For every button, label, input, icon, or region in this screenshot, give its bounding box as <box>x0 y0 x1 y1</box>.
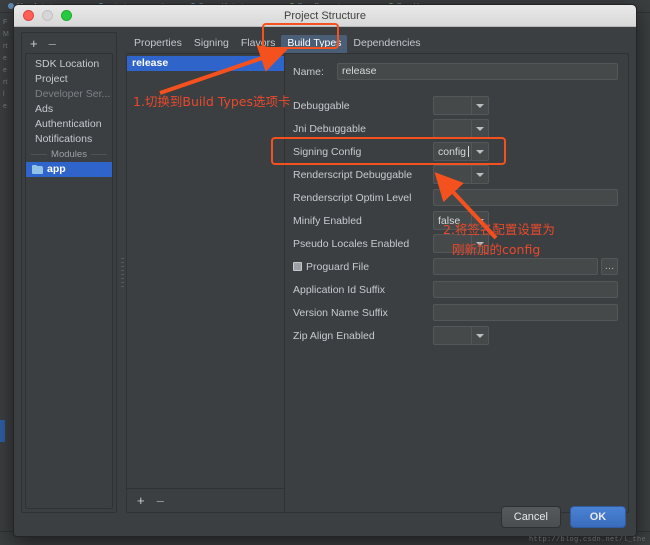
zip-align-enabled-combo[interactable] <box>433 326 489 345</box>
name-label: Name: <box>293 65 324 78</box>
name-input[interactable]: release <box>337 63 618 80</box>
sidebar-item-authentication[interactable]: Authentication <box>26 117 112 132</box>
sidebar-list: SDK Location Project Developer Ser... Ad… <box>25 53 113 509</box>
chevron-down-icon <box>471 120 488 137</box>
field-row-jni-debuggable: Jni Debuggable <box>293 119 618 138</box>
field-row-application-id-suffix: Application Id Suffix <box>293 280 618 299</box>
tab-bar: Properties Signing Flavors Build Types D… <box>126 32 629 53</box>
chevron-down-icon <box>471 166 488 183</box>
renderscript-optim-level-label: Renderscript Optim Level <box>293 191 412 204</box>
jni-debuggable-combo[interactable] <box>433 119 489 138</box>
list-item[interactable]: release <box>127 56 284 71</box>
dialog-titlebar: Project Structure <box>14 5 636 27</box>
sidebar: + – SDK Location Project Developer Ser..… <box>21 32 117 513</box>
proguard-file-label-wrap: Proguard File <box>293 261 433 273</box>
sidebar-add-button[interactable]: + <box>30 37 38 50</box>
watermark: http://blog.csdn.net/l_the <box>528 536 646 544</box>
chevron-down-icon <box>471 327 488 344</box>
proguard-file-browse-button[interactable]: … <box>601 258 618 275</box>
field-row-debuggable: Debuggable <box>293 96 618 115</box>
cancel-button[interactable]: Cancel <box>500 506 561 528</box>
build-type-form: Name: release Debuggable Jni Debuggable <box>285 54 628 512</box>
sidebar-group-modules: Modules <box>26 147 112 162</box>
renderscript-optim-level-input[interactable] <box>433 189 618 206</box>
chevron-down-icon <box>471 97 488 114</box>
sidebar-group-label: Modules <box>51 149 87 160</box>
splitter-grip <box>121 258 124 288</box>
tab-content: release + – Name: release Debuggable Jni… <box>126 53 629 513</box>
version-name-suffix-label: Version Name Suffix <box>293 306 388 319</box>
dialog-buttons: Cancel OK <box>500 506 626 528</box>
signing-config-combo[interactable]: config <box>433 142 489 161</box>
sidebar-item-ads[interactable]: Ads <box>26 102 112 117</box>
field-row-renderscript-debuggable: Renderscript Debuggable <box>293 165 618 184</box>
application-id-suffix-input[interactable] <box>433 281 618 298</box>
signing-config-value: config <box>438 145 467 158</box>
background-selection-strip <box>0 420 5 442</box>
build-types-list-panel: release + – <box>127 54 285 512</box>
pseudo-locales-enabled-label: Pseudo Locales Enabled <box>293 237 410 250</box>
text-cursor <box>468 146 469 157</box>
proguard-file-checkbox[interactable] <box>293 262 302 271</box>
debuggable-combo[interactable] <box>433 96 489 115</box>
tab-properties[interactable]: Properties <box>128 35 188 53</box>
build-type-remove-button[interactable]: – <box>157 494 164 507</box>
renderscript-debuggable-combo[interactable] <box>433 165 489 184</box>
tab-signing[interactable]: Signing <box>188 35 235 53</box>
build-types-list: release <box>127 54 284 488</box>
sidebar-item-app[interactable]: app <box>26 162 112 177</box>
ok-button[interactable]: OK <box>570 506 626 528</box>
dialog-title: Project Structure <box>284 9 366 22</box>
zip-align-enabled-label: Zip Align Enabled <box>293 329 375 342</box>
application-id-suffix-label: Application Id Suffix <box>293 283 386 296</box>
folder-icon <box>32 165 43 174</box>
renderscript-debuggable-label: Renderscript Debuggable <box>293 168 413 181</box>
signing-config-label: Signing Config <box>293 145 362 158</box>
chevron-down-icon <box>471 143 488 160</box>
tab-flavors[interactable]: Flavors <box>235 35 281 53</box>
sidebar-item-app-label: app <box>47 163 66 175</box>
proguard-file-label: Proguard File <box>306 260 370 273</box>
sidebar-remove-button[interactable]: – <box>49 37 56 50</box>
sidebar-item-project[interactable]: Project <box>26 72 112 87</box>
field-row-zip-align-enabled: Zip Align Enabled <box>293 326 618 345</box>
field-row-name: Name: release <box>293 62 618 81</box>
tab-dependencies[interactable]: Dependencies <box>347 35 426 53</box>
jni-debuggable-label: Jni Debuggable <box>293 122 366 135</box>
version-name-suffix-input[interactable] <box>433 304 618 321</box>
sidebar-item-notifications[interactable]: Notifications <box>26 132 112 147</box>
annotation-text-step-1: 1.切换到Build Types选项卡 <box>133 94 291 109</box>
field-row-version-name-suffix: Version Name Suffix <box>293 303 618 322</box>
minify-enabled-label: Minify Enabled <box>293 214 362 227</box>
sidebar-toolbar: + – <box>22 33 116 53</box>
tab-build-types[interactable]: Build Types <box>281 35 348 53</box>
build-type-add-button[interactable]: + <box>137 494 145 507</box>
sidebar-item-sdk-location[interactable]: SDK Location <box>26 57 112 72</box>
sidebar-item-developer-services[interactable]: Developer Ser... <box>26 87 112 102</box>
proguard-file-input[interactable] <box>433 258 598 275</box>
background-right-edge <box>646 13 650 545</box>
build-types-list-toolbar: + – <box>127 488 284 512</box>
project-structure-dialog: Project Structure + – SDK Location Proje… <box>13 4 637 537</box>
annotation-text-step-2-line1: 2.将签名配置设置为 <box>443 222 555 237</box>
field-row-renderscript-optim-level: Renderscript Optim Level <box>293 188 618 207</box>
dialog-body: + – SDK Location Project Developer Ser..… <box>14 27 636 536</box>
annotation-text-step-2-line2: 刚新加的config <box>452 242 541 257</box>
field-row-proguard-file: Proguard File … <box>293 257 618 276</box>
field-row-signing-config: Signing Config config <box>293 142 618 161</box>
debuggable-label: Debuggable <box>293 99 350 112</box>
